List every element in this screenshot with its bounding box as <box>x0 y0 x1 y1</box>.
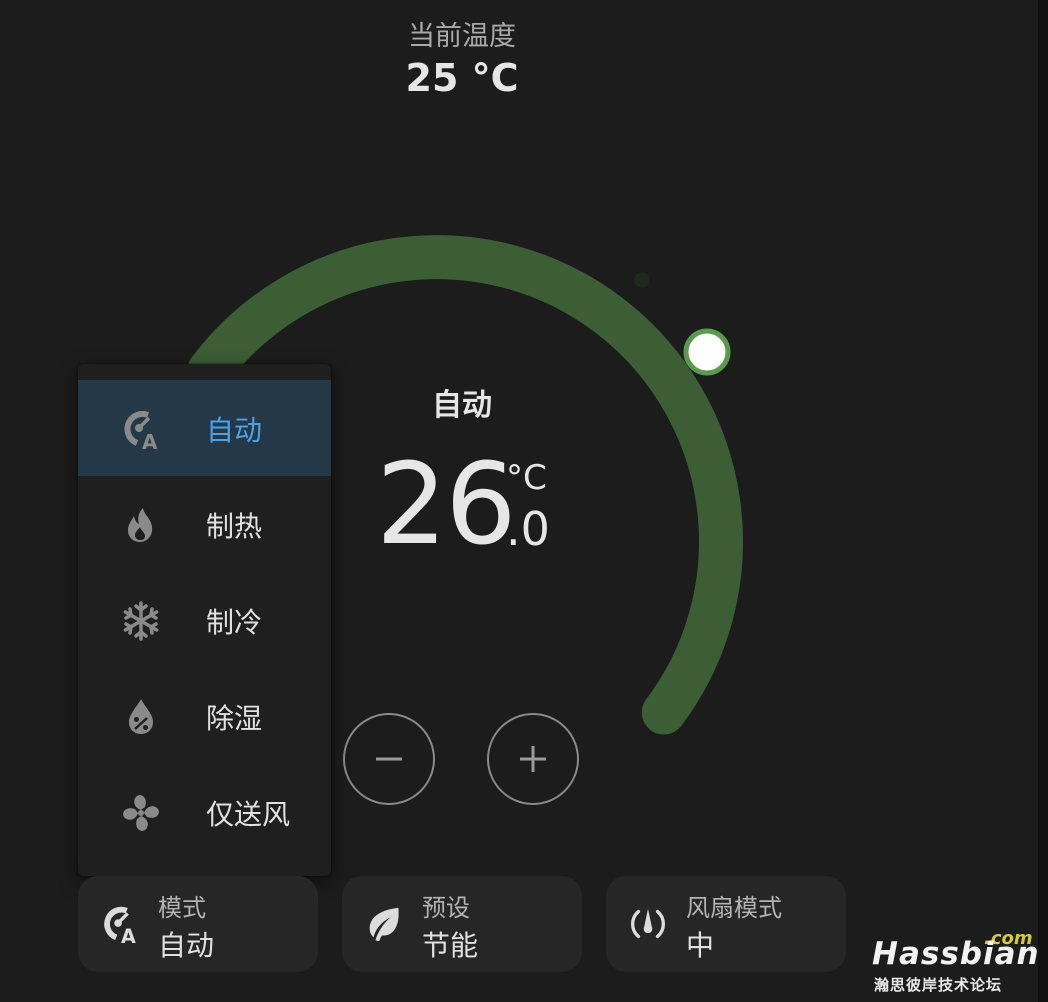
snowflake-icon <box>123 601 159 641</box>
fan-mode-title: 风扇模式 <box>686 894 782 922</box>
fan-mode-control[interactable]: 风扇模式 中 <box>606 876 846 972</box>
thermostat-auto-icon: A <box>124 410 158 452</box>
watermark-subtitle: 瀚思彼岸技术论坛 <box>874 976 1003 994</box>
hvac-mode-title: 模式 <box>158 894 206 922</box>
preset-mode-control[interactable]: 预设 节能 <box>342 876 582 972</box>
watermark-brand: Hassbian <box>872 936 1040 972</box>
fan-icon <box>123 795 159 831</box>
menu-item-label: 制热 <box>206 510 263 543</box>
menu-item-label: 自动 <box>206 414 263 447</box>
menu-item-label: 除湿 <box>206 702 263 735</box>
menu-item-heat[interactable]: 制热 <box>78 476 331 572</box>
target-temperature-integer: 26 <box>376 440 517 570</box>
hvac-mode-control[interactable]: A 模式 自动 <box>78 876 318 972</box>
thermostat-auto-icon: A <box>104 906 136 946</box>
leaf-icon <box>369 907 399 942</box>
hvac-mode-label: 自动 <box>432 388 492 423</box>
preset-mode-value: 节能 <box>422 929 479 962</box>
current-temperature-indicator-dot <box>634 272 650 288</box>
menu-item-label: 制冷 <box>206 606 263 639</box>
climate-more-info-page: 当前温度 25 °C 自动 26 °C .0 A 自动 制热 制冷 除湿 仅送风… <box>0 0 1048 1002</box>
preset-mode-title: 预设 <box>422 894 470 922</box>
water-percent-icon <box>129 699 153 734</box>
menu-item-label: 仅送风 <box>206 798 291 831</box>
increase-temperature-button[interactable] <box>487 713 579 805</box>
svg-text:A: A <box>142 430 158 452</box>
svg-text:A: A <box>121 925 136 946</box>
menu-item-auto[interactable]: A 自动 <box>78 380 331 476</box>
menu-item-dry[interactable]: 除湿 <box>78 668 331 764</box>
hvac-mode-menu: A 自动 制热 制冷 除湿 仅送风 <box>78 364 331 876</box>
plus-icon <box>520 746 546 772</box>
fan-speed-icon <box>631 908 665 939</box>
target-temperature-unit: °C <box>506 458 547 498</box>
fan-mode-value: 中 <box>686 929 715 962</box>
fire-icon <box>128 508 153 542</box>
hvac-mode-value: 自动 <box>158 929 215 962</box>
menu-item-fan-only[interactable]: 仅送风 <box>78 764 331 860</box>
hassbian-watermark: .com Hassbian 瀚思彼岸技术论坛 <box>868 928 1039 998</box>
target-temperature-decimal: .0 <box>506 502 550 556</box>
decrease-temperature-button[interactable] <box>343 713 435 805</box>
menu-item-cool[interactable]: 制冷 <box>78 572 331 668</box>
target-temperature-handle[interactable] <box>683 328 731 376</box>
minus-icon <box>376 757 402 761</box>
